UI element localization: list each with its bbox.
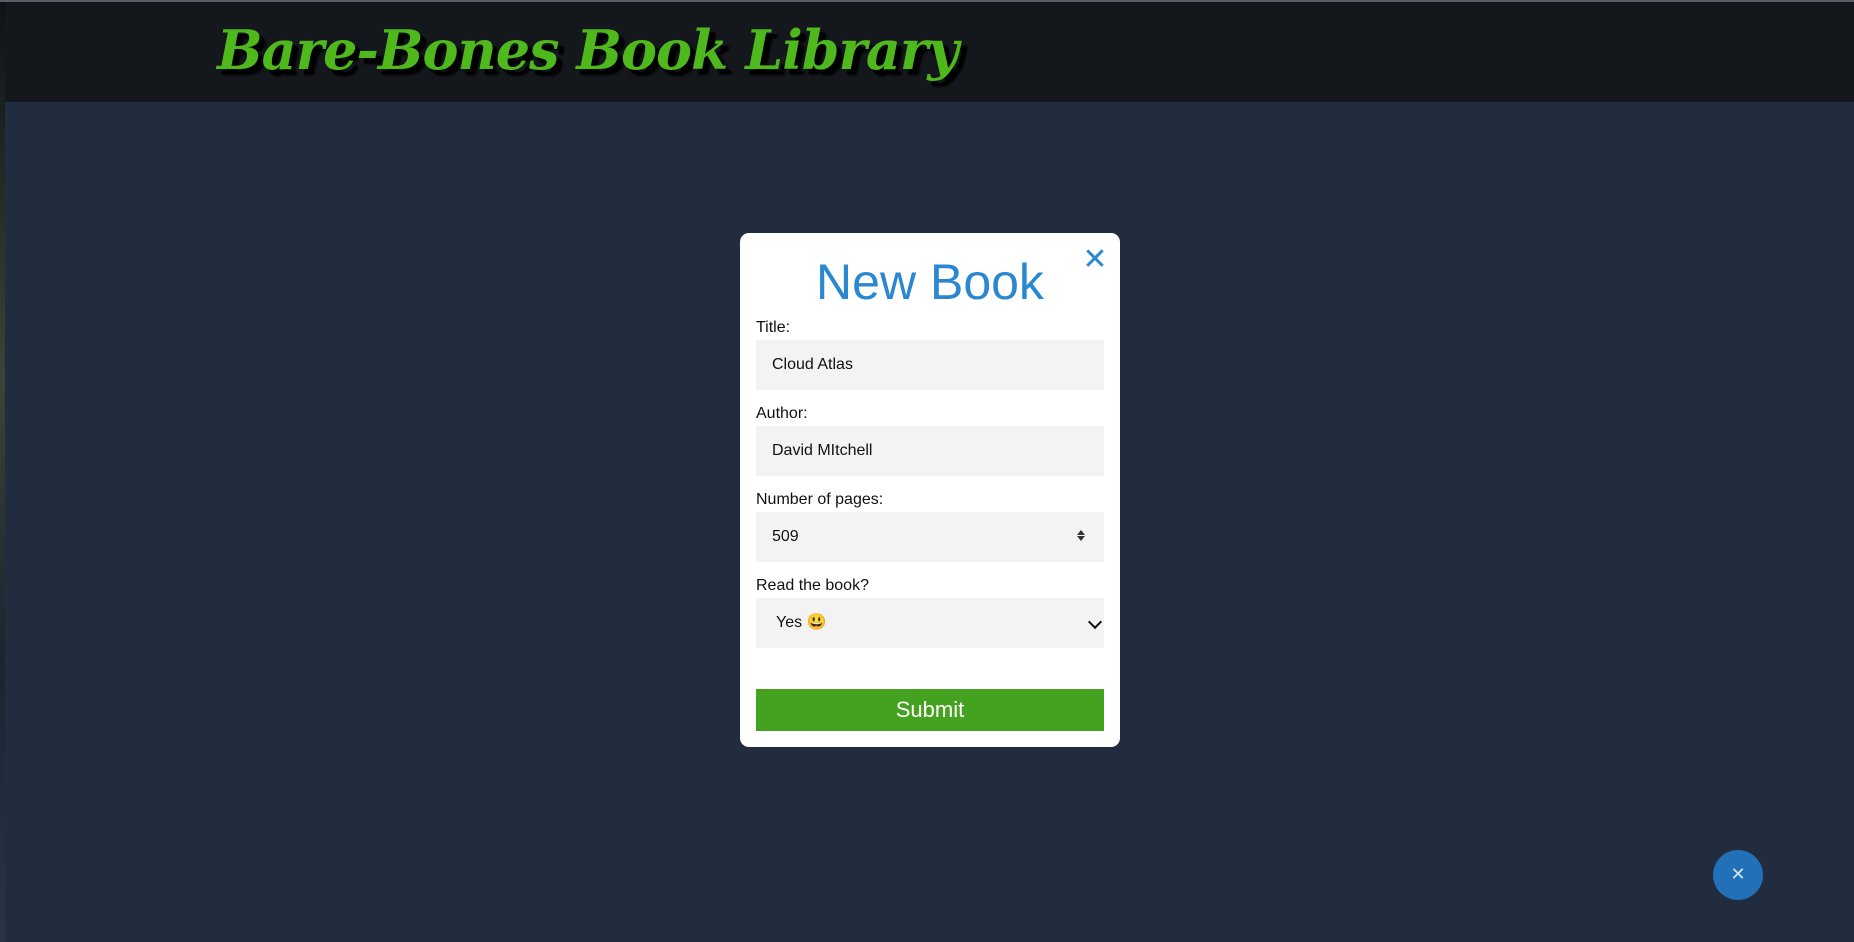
pages-input[interactable]: [756, 512, 1104, 562]
title-input-box: [756, 340, 1104, 390]
spinner-up-icon[interactable]: [1077, 530, 1085, 535]
pages-input-box: [756, 512, 1104, 562]
title-input[interactable]: [756, 340, 1104, 390]
spinner-down-icon[interactable]: [1077, 536, 1085, 541]
author-field-group: Author:: [756, 405, 1104, 476]
read-label: Read the book?: [756, 577, 869, 594]
author-input-box: [756, 426, 1104, 476]
pages-field-group: Number of pages:: [756, 491, 1104, 562]
modal-title: New Book: [816, 254, 1044, 310]
author-label: Author:: [756, 405, 808, 422]
site-title: Bare-Bones Book Library: [217, 18, 959, 82]
chevron-down-icon: [1087, 614, 1103, 630]
read-select[interactable]: Yes 😃: [756, 598, 1104, 648]
site-header: Bare-Bones Book Library: [5, 2, 1854, 102]
left-edge-strip: [0, 0, 5, 942]
page: Bare-Bones Book Library New Book ✕ Title…: [0, 0, 1854, 942]
close-icon[interactable]: ✕: [1080, 243, 1110, 277]
submit-button[interactable]: Submit: [756, 689, 1104, 731]
pages-label: Number of pages:: [756, 491, 884, 508]
author-input[interactable]: [756, 426, 1104, 476]
read-field-group: Read the book? Yes 😃: [756, 577, 1104, 648]
title-field-group: Title:: [756, 319, 1104, 390]
number-spinner-icon[interactable]: [1076, 529, 1086, 545]
new-book-modal: New Book ✕ Title: Author: Number of page…: [740, 233, 1120, 747]
toggle-form-button[interactable]: ✕: [1713, 850, 1763, 900]
title-label: Title:: [756, 319, 791, 336]
read-select-value: Yes 😃: [776, 614, 827, 631]
